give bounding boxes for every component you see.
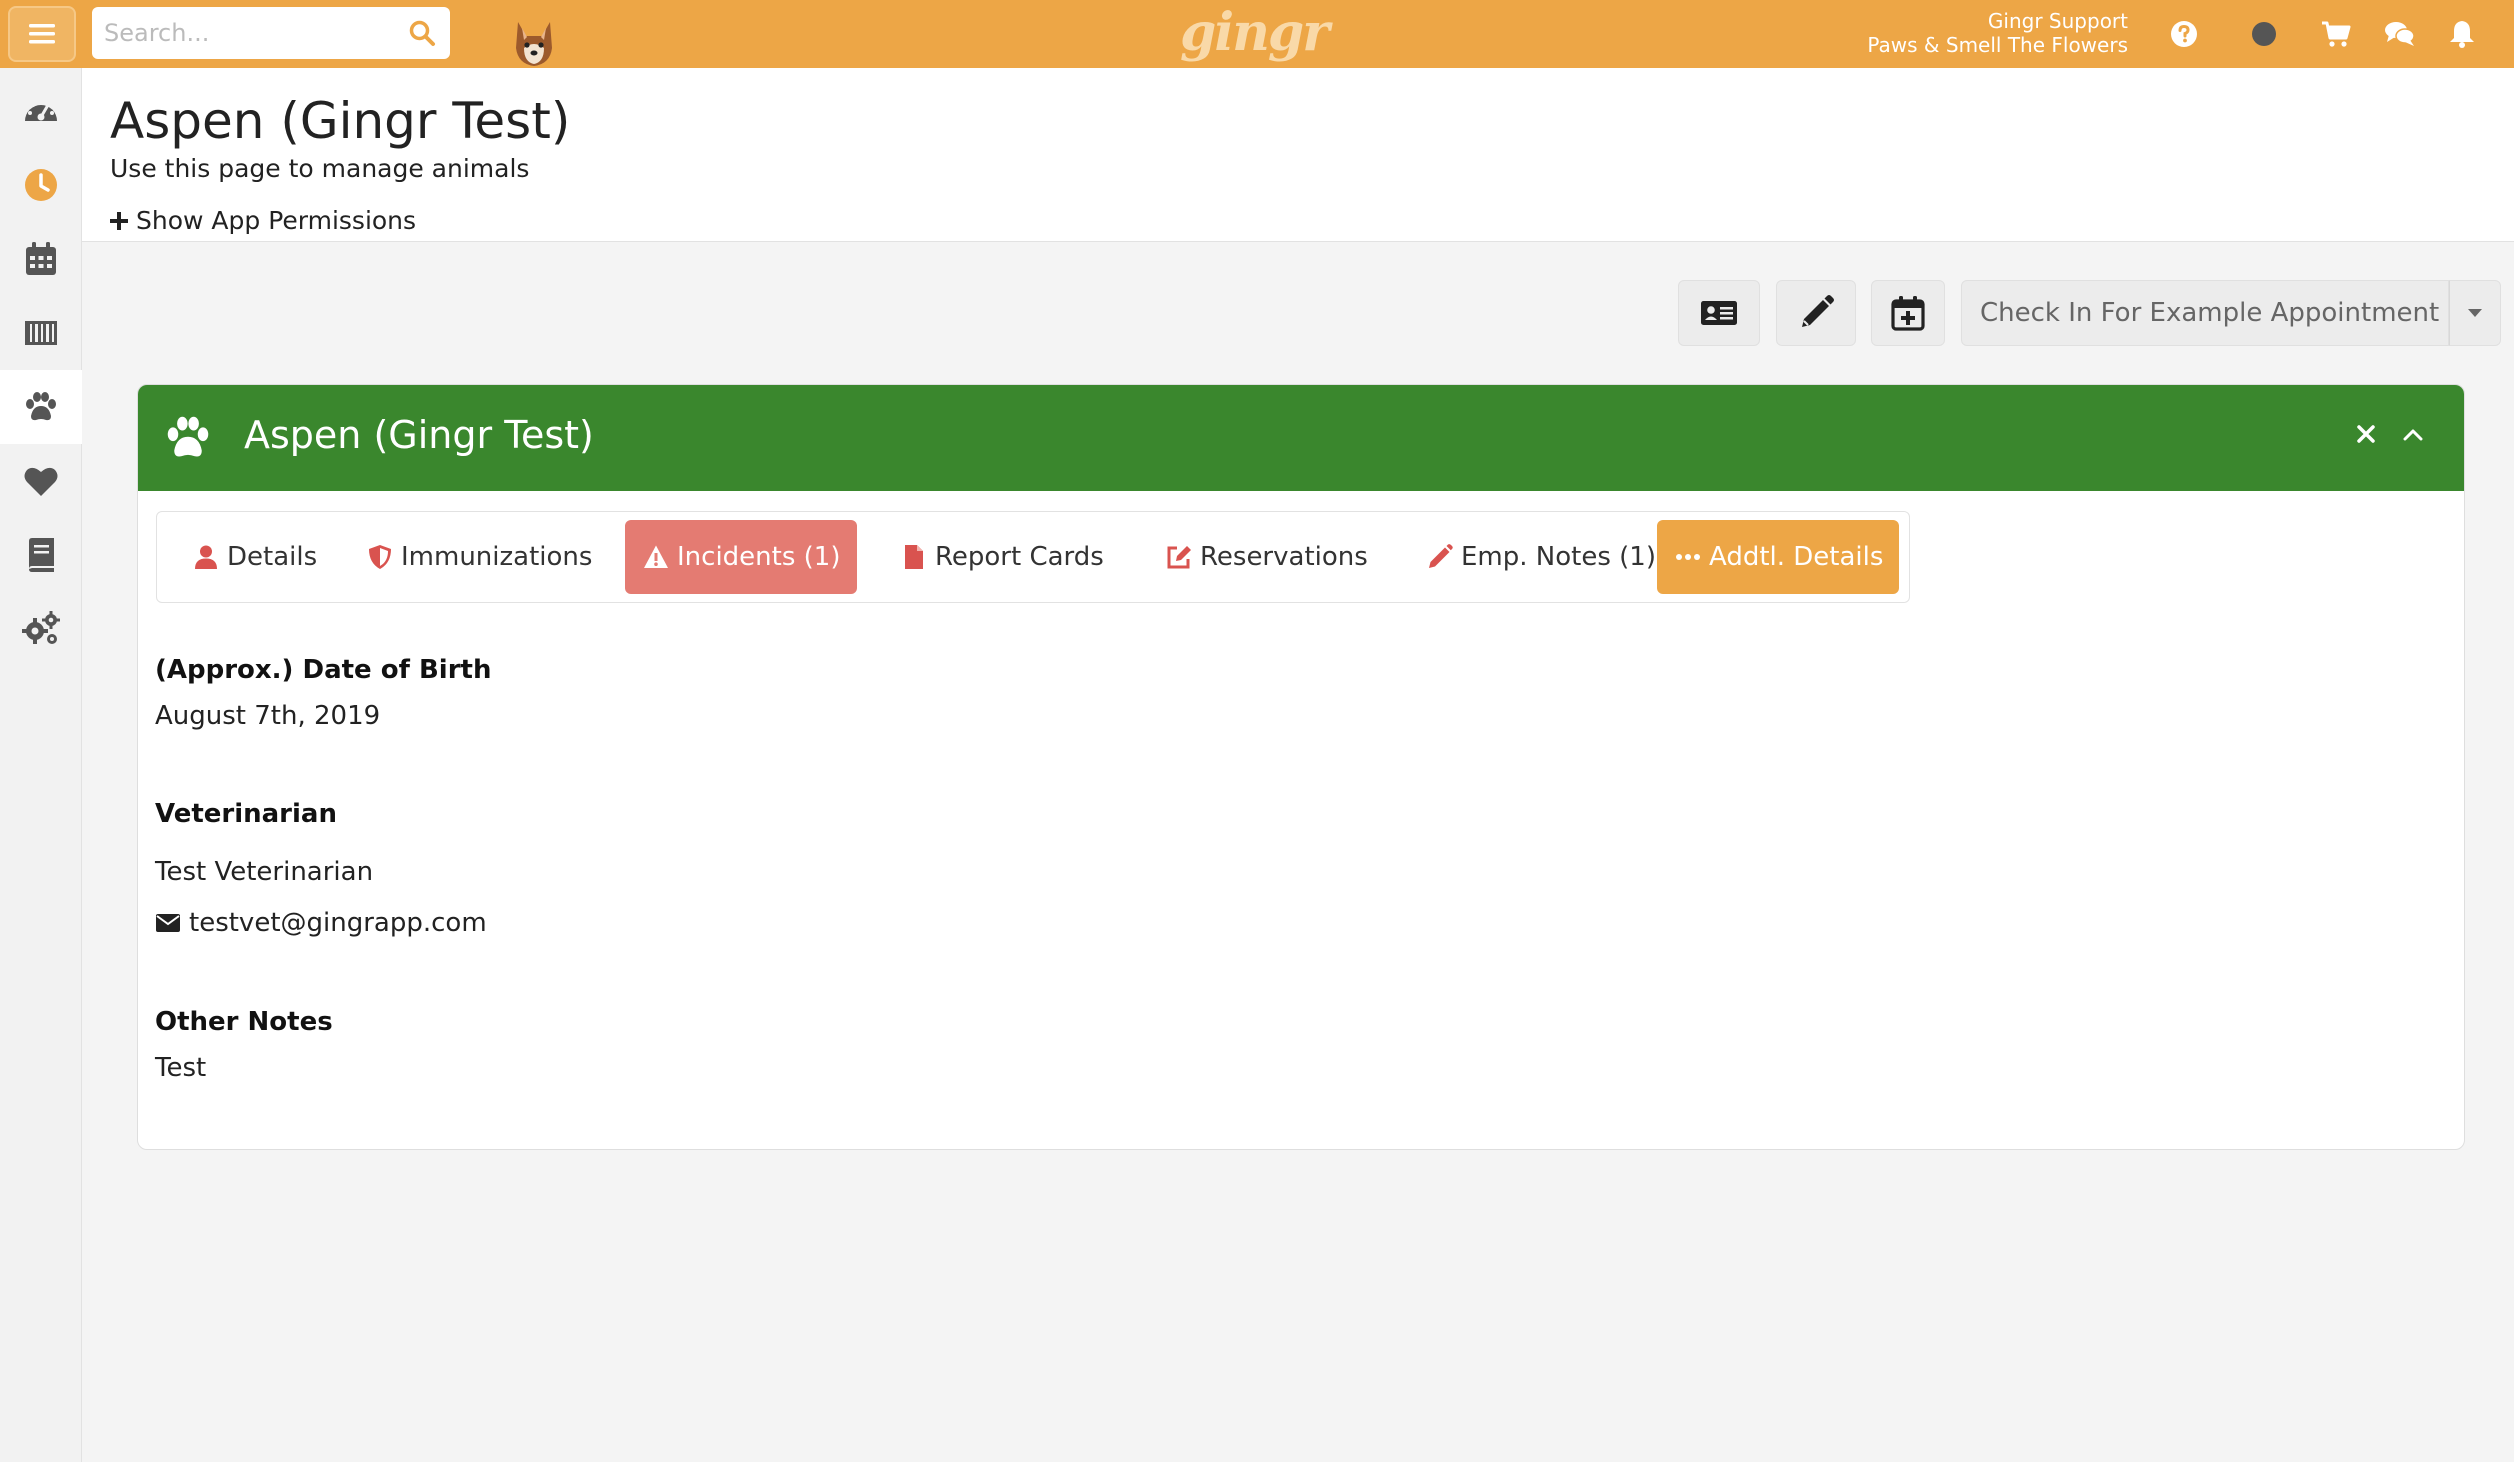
tab-addtl-details-label: Addtl. Details — [1709, 542, 1884, 572]
animal-panel: Aspen (Gingr Test) Details Immunizations — [137, 384, 2465, 1150]
tab-emp-notes[interactable]: Emp. Notes (1) — [1409, 520, 1674, 594]
pencil-icon — [1429, 544, 1453, 568]
tab-reservations[interactable]: Reservations — [1148, 520, 1386, 594]
sidebar-item-barcode[interactable] — [0, 296, 82, 370]
page-subtitle: Use this page to manage animals — [110, 154, 530, 183]
animal-panel-title: Aspen (Gingr Test) — [244, 413, 594, 457]
location-name: Paws & Smell The Flowers — [1867, 33, 2128, 57]
id-card-icon — [1701, 301, 1737, 325]
animal-panel-header: Aspen (Gingr Test) — [138, 385, 2464, 491]
pencil-icon — [1802, 295, 1834, 327]
veterinarian-name: Test Veterinarian — [155, 857, 374, 887]
close-icon[interactable] — [2355, 423, 2377, 445]
user-icon — [195, 545, 217, 569]
dob-label: (Approx.) Date of Birth — [155, 655, 492, 685]
edit-square-icon — [1167, 546, 1191, 569]
file-icon — [905, 545, 923, 569]
veterinarian-email[interactable]: testvet@gingrapp.com — [155, 908, 487, 938]
edit-button[interactable] — [1776, 280, 1856, 346]
sidebar-item-animals[interactable] — [0, 370, 82, 444]
show-permissions-link[interactable]: Show App Permissions — [108, 206, 416, 235]
search-icon[interactable] — [408, 19, 436, 47]
search-input[interactable] — [92, 7, 392, 59]
tab-incidents[interactable]: Incidents (1) — [625, 520, 857, 594]
other-notes-label: Other Notes — [155, 1007, 333, 1037]
dob-value: August 7th, 2019 — [155, 701, 381, 731]
show-permissions-label: Show App Permissions — [136, 206, 417, 235]
animal-tabs: Details Immunizations Incidents (1) Repo… — [156, 511, 1910, 603]
barcode-icon — [25, 321, 57, 345]
envelope-icon — [156, 914, 180, 932]
plus-icon — [110, 211, 128, 230]
calendar-icon — [26, 242, 56, 275]
top-bar: gingr Gingr Support Paws & Smell The Flo… — [0, 0, 2514, 68]
tab-emp-notes-label: Emp. Notes (1) — [1461, 542, 1656, 572]
sidebar-item-clock[interactable] — [0, 148, 82, 222]
bell-icon[interactable] — [2446, 18, 2478, 50]
sidebar-item-reports[interactable] — [0, 518, 82, 592]
sidebar-item-favorites[interactable] — [0, 444, 82, 518]
sidebar-item-settings[interactable] — [0, 592, 82, 666]
tab-incidents-label: Incidents (1) — [677, 542, 841, 572]
paw-icon — [26, 392, 56, 421]
user-name: Gingr Support — [1987, 9, 2128, 33]
cogs-icon — [22, 611, 60, 644]
check-in-dropdown-toggle[interactable] — [2449, 280, 2501, 346]
check-in-button[interactable]: Check In For Example Appointment — [1961, 280, 2449, 346]
menu-toggle-button[interactable] — [8, 6, 76, 62]
ellipsis-icon — [1676, 554, 1700, 560]
sidebar — [0, 68, 82, 1462]
veterinarian-email-text: testvet@gingrapp.com — [189, 908, 487, 938]
heart-icon — [24, 467, 58, 496]
help-icon[interactable] — [2168, 18, 2200, 50]
caret-down-icon — [2468, 309, 2482, 317]
tab-reservations-label: Reservations — [1200, 542, 1368, 572]
paw-icon — [167, 416, 209, 457]
sidebar-item-dashboard[interactable] — [0, 74, 82, 148]
search-box — [92, 7, 450, 59]
calendar-plus-icon — [1891, 296, 1925, 331]
chevron-up-icon[interactable] — [2401, 425, 2425, 443]
tab-immunizations[interactable]: Immunizations — [349, 520, 610, 594]
shield-icon — [369, 545, 391, 569]
hamburger-icon — [29, 24, 55, 44]
page-header: Aspen (Gingr Test) Use this page to mana… — [82, 68, 2514, 242]
tab-immunizations-label: Immunizations — [401, 542, 593, 572]
dashboard-icon — [25, 99, 57, 121]
pet-avatar-icon[interactable] — [510, 18, 558, 68]
tab-details[interactable]: Details — [175, 520, 335, 594]
chat-icon[interactable] — [2384, 18, 2416, 50]
tab-addtl-details[interactable]: Addtl. Details — [1657, 520, 1899, 594]
tab-details-label: Details — [227, 542, 318, 572]
clock-icon — [25, 169, 57, 201]
page-title: Aspen (Gingr Test) — [110, 92, 571, 150]
add-reservation-button[interactable] — [1871, 280, 1945, 346]
tab-report-cards[interactable]: Report Cards — [883, 520, 1122, 594]
warning-icon — [644, 545, 668, 568]
sidebar-item-calendar[interactable] — [0, 222, 82, 296]
status-dot-icon[interactable] — [2248, 18, 2280, 50]
cart-icon[interactable] — [2320, 18, 2352, 50]
gingr-logo[interactable]: gingr — [1180, 4, 1330, 62]
veterinarian-label: Veterinarian — [155, 799, 337, 829]
id-card-button[interactable] — [1678, 280, 1760, 346]
user-info[interactable]: Gingr Support Paws & Smell The Flowers — [1867, 9, 2128, 57]
tab-report-cards-label: Report Cards — [935, 542, 1104, 572]
other-notes-value: Test — [155, 1053, 207, 1083]
book-icon — [29, 538, 54, 572]
